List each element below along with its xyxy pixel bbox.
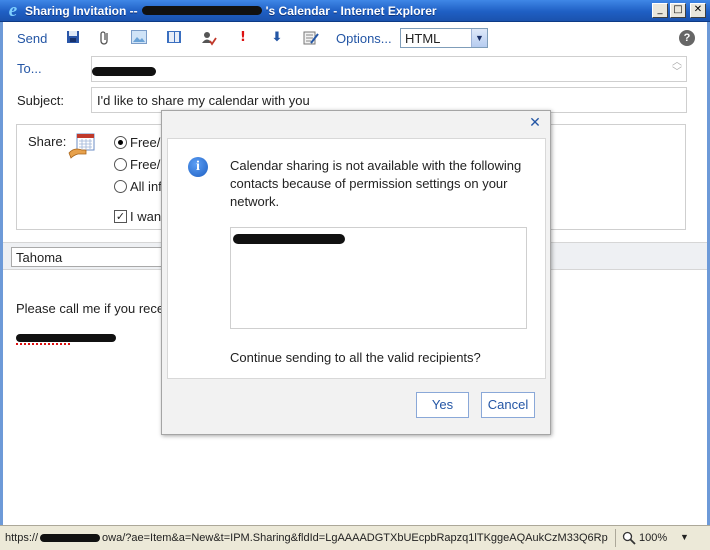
status-url-start: https://: [5, 532, 39, 544]
share-option-2-radio[interactable]: [114, 158, 127, 171]
redacted-host: [40, 534, 101, 543]
format-select-value: HTML: [405, 31, 441, 46]
share-option-3[interactable]: All inf: [114, 179, 162, 194]
message-body[interactable]: Please call me if you rece: [16, 301, 164, 316]
share-option-1[interactable]: Free/b: [114, 135, 168, 150]
redacted-recipient-entry: [233, 234, 345, 244]
to-field[interactable]: ︿ ﹀: [91, 56, 687, 82]
dialog-content: i Calendar sharing is not available with…: [167, 138, 546, 379]
internet-explorer-icon: e: [8, 0, 18, 21]
to-field-scroll[interactable]: ︿ ﹀: [672, 58, 682, 78]
window-title: Sharing Invitation -- 's Calendar - Inter…: [25, 4, 437, 18]
sharing-warning-dialog: ✕ i Calendar sharing is not available wi…: [161, 110, 551, 435]
format-select[interactable]: HTML ▼: [400, 28, 488, 48]
to-button[interactable]: To...: [17, 61, 42, 76]
high-importance-icon[interactable]: !: [235, 30, 251, 46]
compose-toolbar: Send ! ⬇ Options... HTML ▼ ?: [3, 23, 707, 53]
minimize-button[interactable]: _: [652, 3, 668, 18]
status-bar: https:// owa/?ae=Item&a=New&t=IPM.Sharing…: [0, 525, 710, 550]
insert-image-icon[interactable]: [131, 30, 147, 46]
options-button[interactable]: Options...: [336, 31, 392, 46]
unavailable-recipients-list[interactable]: [230, 227, 527, 329]
close-icon[interactable]: ✕: [526, 115, 544, 131]
share-option-3-label: All inf: [130, 179, 162, 194]
window-title-prefix: Sharing Invitation --: [25, 4, 138, 18]
zoom-control[interactable]: 100%: [622, 531, 667, 545]
zoom-icon: [622, 531, 636, 545]
yes-button[interactable]: Yes: [416, 392, 469, 418]
send-button[interactable]: Send: [17, 31, 47, 46]
help-icon[interactable]: ?: [679, 30, 695, 46]
status-url: https:// owa/?ae=Item&a=New&t=IPM.Sharing…: [5, 532, 610, 544]
request-permission-label: I want: [130, 209, 165, 224]
font-select[interactable]: Tahoma: [11, 247, 171, 267]
calendar-share-icon: [68, 133, 96, 159]
save-icon[interactable]: [65, 30, 81, 46]
share-option-2[interactable]: Free/b: [114, 157, 168, 172]
chevron-down-icon[interactable]: ▼: [471, 29, 487, 47]
cancel-button[interactable]: Cancel: [481, 392, 535, 418]
maximize-button[interactable]: □: [670, 3, 686, 18]
address-book-icon[interactable]: [166, 30, 182, 46]
zoom-dropdown-icon[interactable]: ▼: [680, 532, 689, 542]
share-option-1-radio[interactable]: [114, 136, 127, 149]
redacted-signature: [16, 334, 116, 342]
spell-check-icon[interactable]: [303, 30, 319, 46]
status-url-rest: owa/?ae=Item&a=New&t=IPM.Sharing&fldId=L…: [102, 532, 608, 544]
share-label: Share:: [28, 134, 67, 149]
zoom-level: 100%: [639, 532, 668, 544]
low-importance-icon[interactable]: ⬇: [269, 30, 285, 46]
request-permission-checkbox-row[interactable]: ✓ I want: [114, 209, 165, 224]
window-controls: _ □ ✕: [652, 3, 706, 18]
subject-label: Subject:: [17, 93, 64, 108]
status-separator: [615, 529, 616, 547]
window-title-suffix: 's Calendar - Internet Explorer: [265, 4, 437, 18]
share-option-3-radio[interactable]: [114, 180, 127, 193]
check-names-icon[interactable]: [201, 30, 217, 46]
redacted-name: [141, 6, 262, 16]
title-bar: e Sharing Invitation -- 's Calendar - Int…: [0, 0, 710, 22]
dialog-question: Continue sending to all the valid recipi…: [230, 350, 481, 365]
info-icon: i: [188, 157, 208, 177]
spelling-underline: [16, 343, 70, 345]
close-window-button[interactable]: ✕: [690, 3, 706, 18]
request-permission-checkbox[interactable]: ✓: [114, 210, 127, 223]
attach-icon[interactable]: [97, 30, 113, 46]
redacted-recipient: [92, 67, 156, 76]
dialog-message: Calendar sharing is not available with t…: [230, 158, 522, 209]
window-frame-left: [0, 22, 3, 525]
